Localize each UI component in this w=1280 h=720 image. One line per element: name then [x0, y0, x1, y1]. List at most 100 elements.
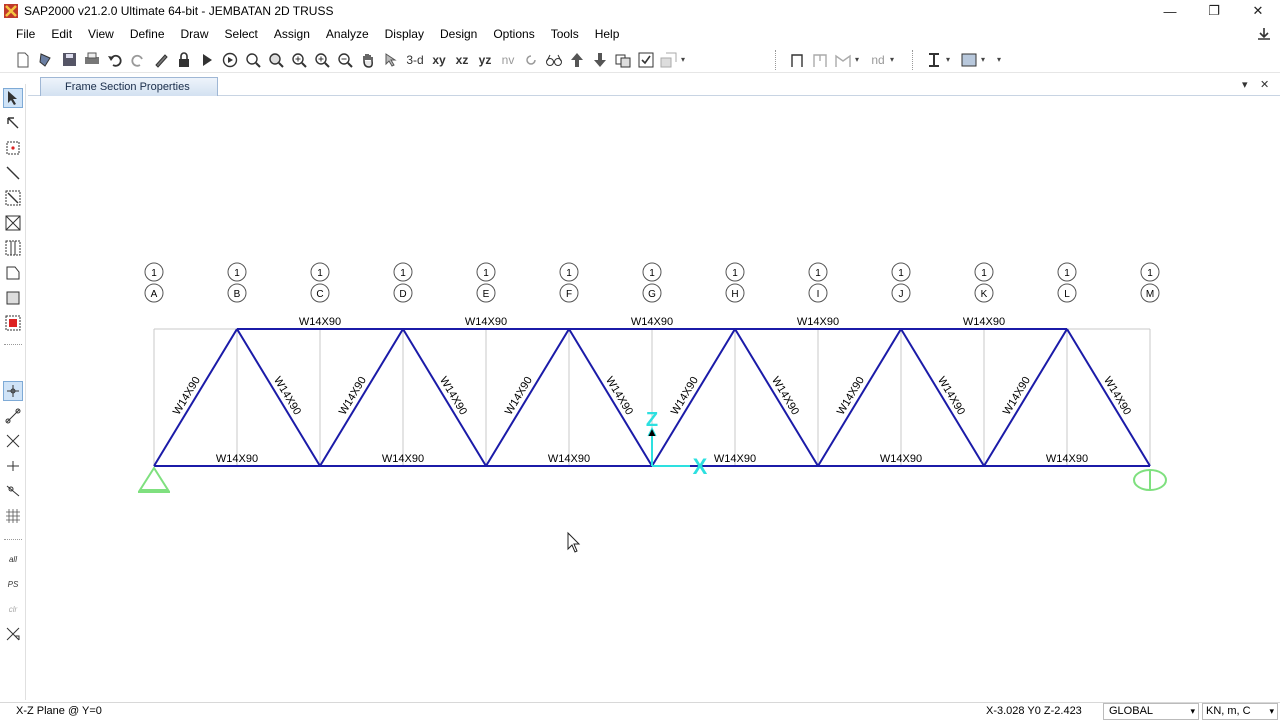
truss-elevation-view[interactable]: 1 A 1 B 1 C 1 D 1 E 1 F 1 G 1 H 1 I 1 J 1 K 1 L 1 M W14X90 W14X90 W1…: [27, 97, 1280, 700]
rotate-view-button[interactable]: [520, 49, 542, 71]
diagonal-member[interactable]: [651, 328, 736, 467]
refresh-view-button[interactable]: [150, 49, 172, 71]
draw-joint-tool[interactable]: [3, 138, 23, 158]
menu-file[interactable]: File: [0, 22, 43, 46]
quick-draw-secondary-tool[interactable]: [3, 238, 23, 258]
diagonal-member[interactable]: [1066, 328, 1151, 467]
tab-list-dropdown[interactable]: ▾: [1242, 78, 1248, 91]
diagonal-member[interactable]: [568, 328, 653, 467]
view-3d-button[interactable]: 3-d: [403, 49, 427, 71]
quick-draw-braces-tool[interactable]: [3, 213, 23, 233]
diagonal-member[interactable]: [983, 328, 1068, 467]
display-grid-button[interactable]: [958, 49, 980, 71]
draw-rectangular-area-tool[interactable]: [3, 288, 23, 308]
run-now-button[interactable]: [219, 49, 241, 71]
menu-design[interactable]: Design: [432, 22, 485, 46]
quick-draw-frame-tool[interactable]: [3, 188, 23, 208]
diagonal-member[interactable]: [485, 328, 570, 467]
panel-dropdown-arrow[interactable]: ▾: [981, 55, 989, 64]
print-button[interactable]: [81, 49, 103, 71]
view-yz-button[interactable]: yz: [474, 49, 496, 71]
diagonal-member[interactable]: [319, 328, 404, 467]
units-value: KN, m, C: [1206, 705, 1251, 717]
nd-dropdown-arrow[interactable]: ▾: [890, 55, 898, 64]
view-nd-button[interactable]: nd: [867, 49, 889, 71]
download-icon[interactable]: [1256, 26, 1272, 42]
section-dropdown-arrow[interactable]: ▾: [946, 55, 954, 64]
snap-ends-icon: [5, 408, 21, 424]
run-analysis-button[interactable]: [196, 49, 218, 71]
zoom-window-button[interactable]: [242, 49, 264, 71]
tab-close-button[interactable]: ✕: [1260, 78, 1269, 91]
redo-button[interactable]: [127, 49, 149, 71]
restore-button[interactable]: ❐: [1192, 0, 1236, 22]
grid-column-label: M: [1146, 289, 1154, 300]
check-button[interactable]: [635, 49, 657, 71]
save-button[interactable]: [58, 49, 80, 71]
zoom-in-step-button[interactable]: [311, 49, 333, 71]
diagonal-member[interactable]: [153, 328, 238, 467]
view-xz-button[interactable]: xz: [451, 49, 473, 71]
snap-ends-tool[interactable]: [3, 406, 23, 426]
zoom-restore-button[interactable]: [265, 49, 287, 71]
toolbar-overflow-arrow[interactable]: ▾: [997, 55, 1005, 64]
menu-tools[interactable]: Tools: [543, 22, 587, 46]
menu-edit[interactable]: Edit: [43, 22, 80, 46]
open-button[interactable]: [35, 49, 57, 71]
lock-button[interactable]: [173, 49, 195, 71]
set-display-options-button[interactable]: [612, 49, 634, 71]
rubber-band-button[interactable]: [380, 49, 402, 71]
menu-assign[interactable]: Assign: [266, 22, 318, 46]
extrude-dropdown-arrow[interactable]: ▾: [681, 55, 689, 64]
draw-frame-2-button[interactable]: [809, 49, 831, 71]
menu-help[interactable]: Help: [587, 22, 628, 46]
snap-points-tool[interactable]: [3, 381, 23, 401]
close-button[interactable]: ✕: [1236, 0, 1280, 22]
clear-selection-tool[interactable]: clr: [3, 599, 23, 619]
diagonal-member[interactable]: [817, 328, 902, 467]
menu-draw[interactable]: Draw: [173, 22, 217, 46]
display-extrude-button[interactable]: [658, 49, 680, 71]
pan-button[interactable]: [357, 49, 379, 71]
draw-area-tool[interactable]: [3, 263, 23, 283]
diagonal-member[interactable]: [900, 328, 985, 467]
new-model-button[interactable]: [12, 49, 34, 71]
quick-draw-area-tool[interactable]: [3, 313, 23, 333]
view-nv-button[interactable]: nv: [497, 49, 519, 71]
truss-dropdown-arrow[interactable]: ▾: [855, 55, 863, 64]
snap-fine-grid-tool[interactable]: [3, 506, 23, 526]
diagonal-member[interactable]: [734, 328, 819, 467]
pointer-tool[interactable]: [3, 88, 23, 108]
zoom-out-button[interactable]: [334, 49, 356, 71]
units-select[interactable]: KN, m, C ▾: [1202, 703, 1278, 720]
reshape-tool[interactable]: [3, 113, 23, 133]
draw-frame-button[interactable]: [786, 49, 808, 71]
menu-display[interactable]: Display: [377, 22, 432, 46]
draw-frame-tool[interactable]: [3, 163, 23, 183]
perspective-button[interactable]: [543, 49, 565, 71]
snap-perpendicular-tool[interactable]: [3, 456, 23, 476]
section-i-button[interactable]: [923, 49, 945, 71]
minimize-button[interactable]: —: [1148, 0, 1192, 22]
menu-define[interactable]: Define: [122, 22, 173, 46]
select-all-tool[interactable]: all: [3, 549, 23, 569]
menu-view[interactable]: View: [80, 22, 122, 46]
snap-intersections-tool[interactable]: [3, 431, 23, 451]
intersecting-line-select-tool[interactable]: [3, 624, 23, 644]
menu-analyze[interactable]: Analyze: [318, 22, 377, 46]
get-previous-selection-tool[interactable]: PS: [3, 574, 23, 594]
snap-lines-tool[interactable]: [3, 481, 23, 501]
tab-frame-section-properties[interactable]: Frame Section Properties: [40, 77, 218, 96]
diagonal-member[interactable]: [402, 328, 487, 467]
model-view-canvas[interactable]: 1 A 1 B 1 C 1 D 1 E 1 F 1 G 1 H 1 I 1 J 1 K 1 L 1 M W14X90 W14X90 W1…: [27, 97, 1280, 700]
undo-button[interactable]: [104, 49, 126, 71]
move-down-button[interactable]: [589, 49, 611, 71]
menu-options[interactable]: Options: [485, 22, 542, 46]
move-up-button[interactable]: [566, 49, 588, 71]
diagonal-member[interactable]: [236, 328, 321, 467]
coordinate-system-select[interactable]: GLOBAL ▾: [1103, 703, 1199, 720]
zoom-in-button[interactable]: [288, 49, 310, 71]
view-xy-button[interactable]: xy: [428, 49, 450, 71]
menu-select[interactable]: Select: [217, 22, 266, 46]
draw-truss-button[interactable]: [832, 49, 854, 71]
